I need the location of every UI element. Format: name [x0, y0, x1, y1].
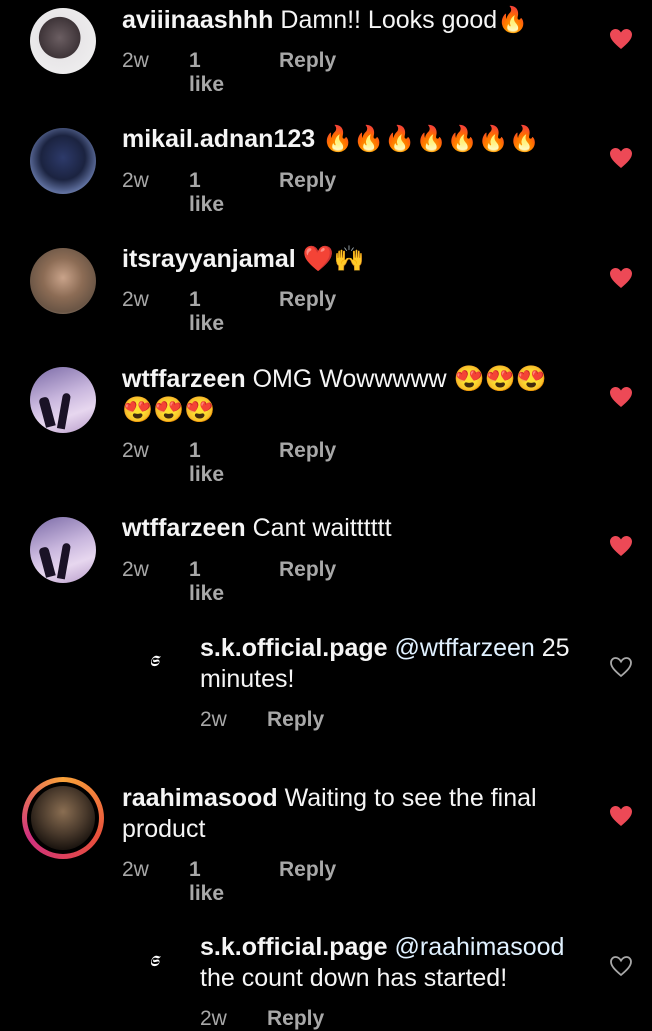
reply-button[interactable]: Reply — [279, 169, 336, 193]
comment-body: 🔥🔥🔥🔥🔥🔥🔥 — [322, 125, 541, 153]
comment-text: aviiinaashhh Damn!! Looks good🔥 — [122, 5, 528, 36]
avatar-silhouette — [38, 396, 56, 428]
heart-filled-icon[interactable] — [609, 147, 633, 169]
comment-username[interactable]: wtffarzeen — [122, 365, 246, 393]
reply-body: 25 — [541, 634, 570, 662]
avatar[interactable] — [30, 367, 96, 433]
comment-likes[interactable]: 1 like — [189, 439, 224, 487]
reply-button[interactable]: Reply — [279, 439, 336, 463]
reply-button[interactable]: Reply — [267, 1007, 324, 1031]
comment-body: OMG Wowwwww 😍😍😍 — [252, 365, 547, 393]
comment-date: 2w — [122, 288, 149, 311]
comment-text: mikail.adnan123 🔥🔥🔥🔥🔥🔥🔥 — [122, 124, 540, 155]
comment-likes[interactable]: 1 like — [189, 49, 224, 97]
avatar[interactable]: 𝕾 — [134, 641, 174, 681]
mention-link[interactable]: @raahimasood — [395, 933, 565, 961]
reply-body: the count down has started! — [200, 964, 508, 992]
heart-filled-icon[interactable] — [609, 535, 633, 557]
comment-text: itsrayyanjamal ❤️🙌 — [122, 244, 365, 275]
comment-date: 2w — [122, 558, 149, 581]
comment-body: Damn!! Looks good🔥 — [280, 6, 529, 34]
comment-body: 😍😍😍 — [122, 396, 216, 424]
comment-likes[interactable]: 1 like — [189, 288, 224, 336]
comment-username[interactable]: aviiinaashhh — [122, 6, 273, 34]
heart-filled-icon[interactable] — [609, 267, 633, 289]
comment-date: 2w — [122, 169, 149, 192]
avatar[interactable] — [30, 128, 96, 194]
comment-likes[interactable]: 1 like — [189, 858, 224, 906]
avatar-logo: 𝕾 — [149, 952, 159, 970]
comment-likes[interactable]: 1 like — [189, 169, 224, 217]
comment-body: Waiting to see the final — [284, 784, 537, 812]
comment-text: wtffarzeen OMG Wowwwww 😍😍😍 — [122, 364, 547, 395]
reply-button[interactable]: Reply — [279, 558, 336, 582]
comment-body: product — [122, 815, 206, 843]
reply-username[interactable]: s.k.official.page — [200, 933, 388, 961]
comment-date: 2w — [122, 439, 149, 462]
avatar[interactable] — [30, 517, 96, 583]
comment-body: ❤️🙌 — [302, 245, 365, 273]
avatar-image — [31, 786, 95, 850]
avatar-silhouette — [56, 392, 72, 430]
reply-button[interactable]: Reply — [279, 288, 336, 312]
comment-text: raahimasood Waiting to see the final — [122, 783, 537, 814]
avatar[interactable]: 𝕾 — [134, 941, 174, 981]
reply-username[interactable]: s.k.official.page — [200, 634, 388, 662]
avatar-story-ring[interactable] — [22, 777, 104, 859]
avatar-silhouette — [56, 542, 72, 580]
reply-button[interactable]: Reply — [279, 858, 336, 882]
comment-likes[interactable]: 1 like — [189, 558, 224, 606]
heart-filled-icon[interactable] — [609, 28, 633, 50]
reply-text: s.k.official.page @raahimasood — [200, 932, 590, 963]
heart-filled-icon[interactable] — [609, 805, 633, 827]
heart-outline-icon[interactable] — [609, 955, 633, 977]
comment-username[interactable]: raahimasood — [122, 784, 278, 812]
avatar[interactable] — [30, 248, 96, 314]
mention-link[interactable]: @wtffarzeen — [395, 634, 535, 662]
heart-outline-icon[interactable] — [609, 656, 633, 678]
comment-text-continued: 😍😍😍 — [122, 395, 215, 426]
comment-username[interactable]: mikail.adnan123 — [122, 125, 315, 153]
reply-button[interactable]: Reply — [279, 49, 336, 73]
comment-username[interactable]: wtffarzeen — [122, 514, 246, 542]
comment-username[interactable]: itsrayyanjamal — [122, 245, 296, 273]
reply-text-continued: minutes! — [200, 664, 590, 695]
comment-text-continued: product — [122, 814, 205, 845]
reply-date: 2w — [200, 708, 227, 731]
comment-date: 2w — [122, 858, 149, 881]
heart-filled-icon[interactable] — [609, 386, 633, 408]
avatar-logo: 𝕾 — [149, 652, 159, 670]
reply-button[interactable]: Reply — [267, 708, 324, 732]
avatar-silhouette — [38, 546, 56, 578]
reply-body: minutes! — [200, 665, 295, 693]
reply-text: s.k.official.page @wtffarzeen 25 — [200, 633, 590, 664]
comment-text: wtffarzeen Cant waitttttt — [122, 513, 392, 544]
reply-text-continued: the count down has started! — [200, 963, 590, 994]
avatar[interactable] — [30, 8, 96, 74]
comment-body: Cant waitttttt — [252, 514, 392, 542]
comment-date: 2w — [122, 49, 149, 72]
reply-date: 2w — [200, 1007, 227, 1030]
avatar — [27, 782, 99, 854]
